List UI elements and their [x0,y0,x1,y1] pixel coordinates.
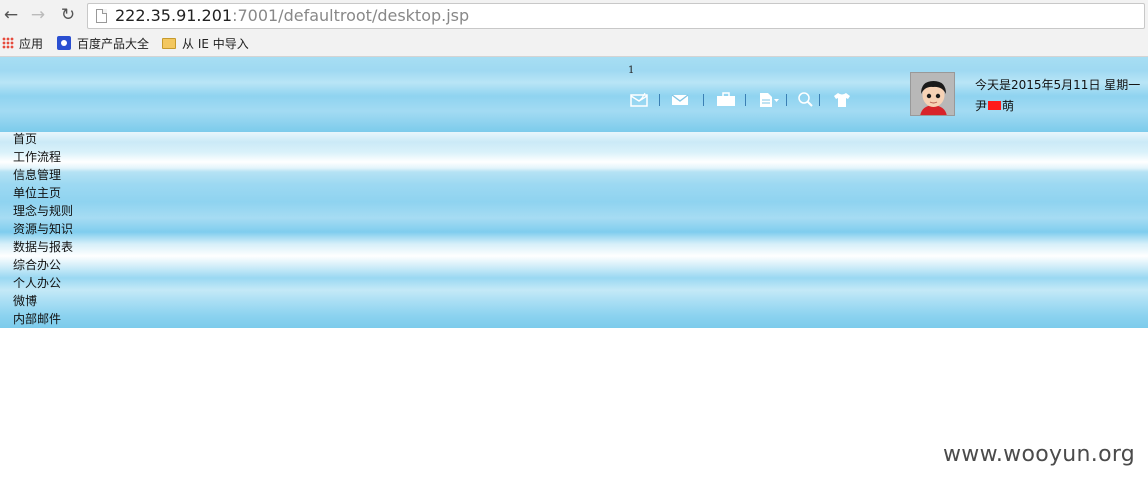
search-icon[interactable] [797,92,815,108]
notification-count: 1 [628,65,635,76]
menu-item-personal-office[interactable]: 个人办公 [13,276,61,290]
redaction-mark [988,101,1002,110]
mail-open-icon[interactable] [630,92,648,108]
bookmark-apps[interactable]: 应用 [2,35,43,53]
user-name-start: 尹 [975,99,988,113]
avatar-illustration [911,73,954,115]
mail-icon[interactable] [671,92,689,108]
main-menu: 首页 工作流程 信息管理 单位主页 理念与规则 资源与知识 数据与报表 综合办公… [0,132,1148,328]
toolbar-separator [786,94,787,106]
menu-item-internal-mail[interactable]: 内部邮件 [13,312,61,326]
url-path: :7001/defaultroot/desktop.jsp [232,6,470,25]
toolbar-separator [703,94,704,106]
menu-item-resources-knowledge[interactable]: 资源与知识 [13,222,73,236]
menu-item-philosophy-rules[interactable]: 理念与规则 [13,204,73,218]
menu-item-info-management[interactable]: 信息管理 [13,168,61,182]
bookmark-label: 百度产品大全 [77,37,150,51]
menu-item-general-office[interactable]: 综合办公 [13,258,61,272]
url-host: 222.35.91.201 [115,6,233,25]
apps-grid-icon [2,37,14,49]
address-bar[interactable]: 222.35.91.201:7001/defaultroot/desktop.j… [87,3,1145,29]
user-name-end: 萌 [1002,99,1015,113]
user-name: 尹萌 [975,97,1014,114]
avatar[interactable] [910,72,955,116]
menu-item-unit-home[interactable]: 单位主页 [13,186,61,200]
app-header: 1 今天是2015年5月11日 星期一 尹 萌 [0,57,1148,132]
menu-item-workflow[interactable]: 工作流程 [13,150,61,164]
toolbar-separator [745,94,746,106]
back-arrow-icon[interactable]: ← [1,5,21,25]
briefcase-icon[interactable] [716,92,736,108]
page-icon [96,9,107,23]
bookmark-baidu[interactable]: 百度产品大全 [57,35,149,53]
url-text[interactable]: 222.35.91.201:7001/defaultroot/desktop.j… [115,6,469,26]
menu-item-data-reports[interactable]: 数据与报表 [13,240,73,254]
menu-item-weibo[interactable]: 微博 [13,294,37,308]
bookmark-label: 从 IE 中导入 [182,37,249,51]
bookmarks-bar: 应用 百度产品大全 从 IE 中导入 [0,31,1148,57]
forward-arrow-icon[interactable]: → [28,5,48,25]
toolbar-separator [819,94,820,106]
document-icon[interactable] [758,92,780,108]
bookmark-label: 应用 [19,37,44,51]
date-text: 今天是2015年5月11日 星期一 [975,78,1141,92]
reload-icon[interactable]: ↻ [58,5,78,25]
folder-icon [162,38,176,49]
browser-toolbar: ← → ↻ 222.35.91.201:7001/defaultroot/des… [0,0,1148,31]
toolbar-separator [659,94,660,106]
baidu-paw-icon [57,36,71,50]
menu-item-home[interactable]: 首页 [13,132,37,146]
bookmark-ie-import[interactable]: 从 IE 中导入 [162,35,249,53]
shirt-icon[interactable] [833,92,851,108]
watermark: www.wooyun.org [943,442,1136,467]
